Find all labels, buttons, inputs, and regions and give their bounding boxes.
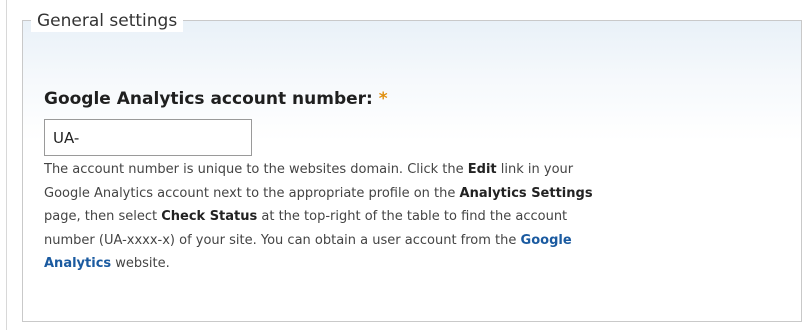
account-number-label: Google Analytics account number: * <box>44 87 388 111</box>
description-line: Google Analytics account next to the app… <box>44 182 784 206</box>
description-text: link in your <box>496 162 574 177</box>
fieldset-legend: General settings <box>31 10 184 32</box>
account-number-input[interactable] <box>44 119 252 156</box>
description-text: Google Analytics account next to the app… <box>44 185 460 201</box>
analytics-settings-emphasis: Analytics Settings <box>459 185 593 201</box>
description-text: number (UA-xxxx-x) of your site. You can… <box>44 232 521 248</box>
description-text: The account number is unique to the webs… <box>44 162 468 177</box>
google-analytics-link[interactable]: Google <box>521 233 572 248</box>
description-text: at the top-right of the table to find th… <box>257 209 568 224</box>
google-analytics-link[interactable]: Analytics <box>44 256 111 271</box>
description-text: website. <box>111 256 170 271</box>
description-text: page, then select <box>44 209 162 224</box>
check-status-emphasis: Check Status <box>161 209 258 224</box>
description-line: Analytics website. <box>44 252 784 276</box>
account-number-label-text: Google Analytics account number: <box>44 89 373 109</box>
page-left-border <box>6 0 7 330</box>
description-line: The account number is unique to the webs… <box>44 158 784 182</box>
settings-page: General settings Google Analytics accoun… <box>0 0 811 330</box>
field-description: The account number is unique to the webs… <box>44 158 784 276</box>
edit-emphasis: Edit <box>467 162 497 177</box>
description-line: number (UA-xxxx-x) of your site. You can… <box>44 229 784 253</box>
description-line: page, then select Check Status at the to… <box>44 205 784 229</box>
required-mark: * <box>378 89 388 109</box>
